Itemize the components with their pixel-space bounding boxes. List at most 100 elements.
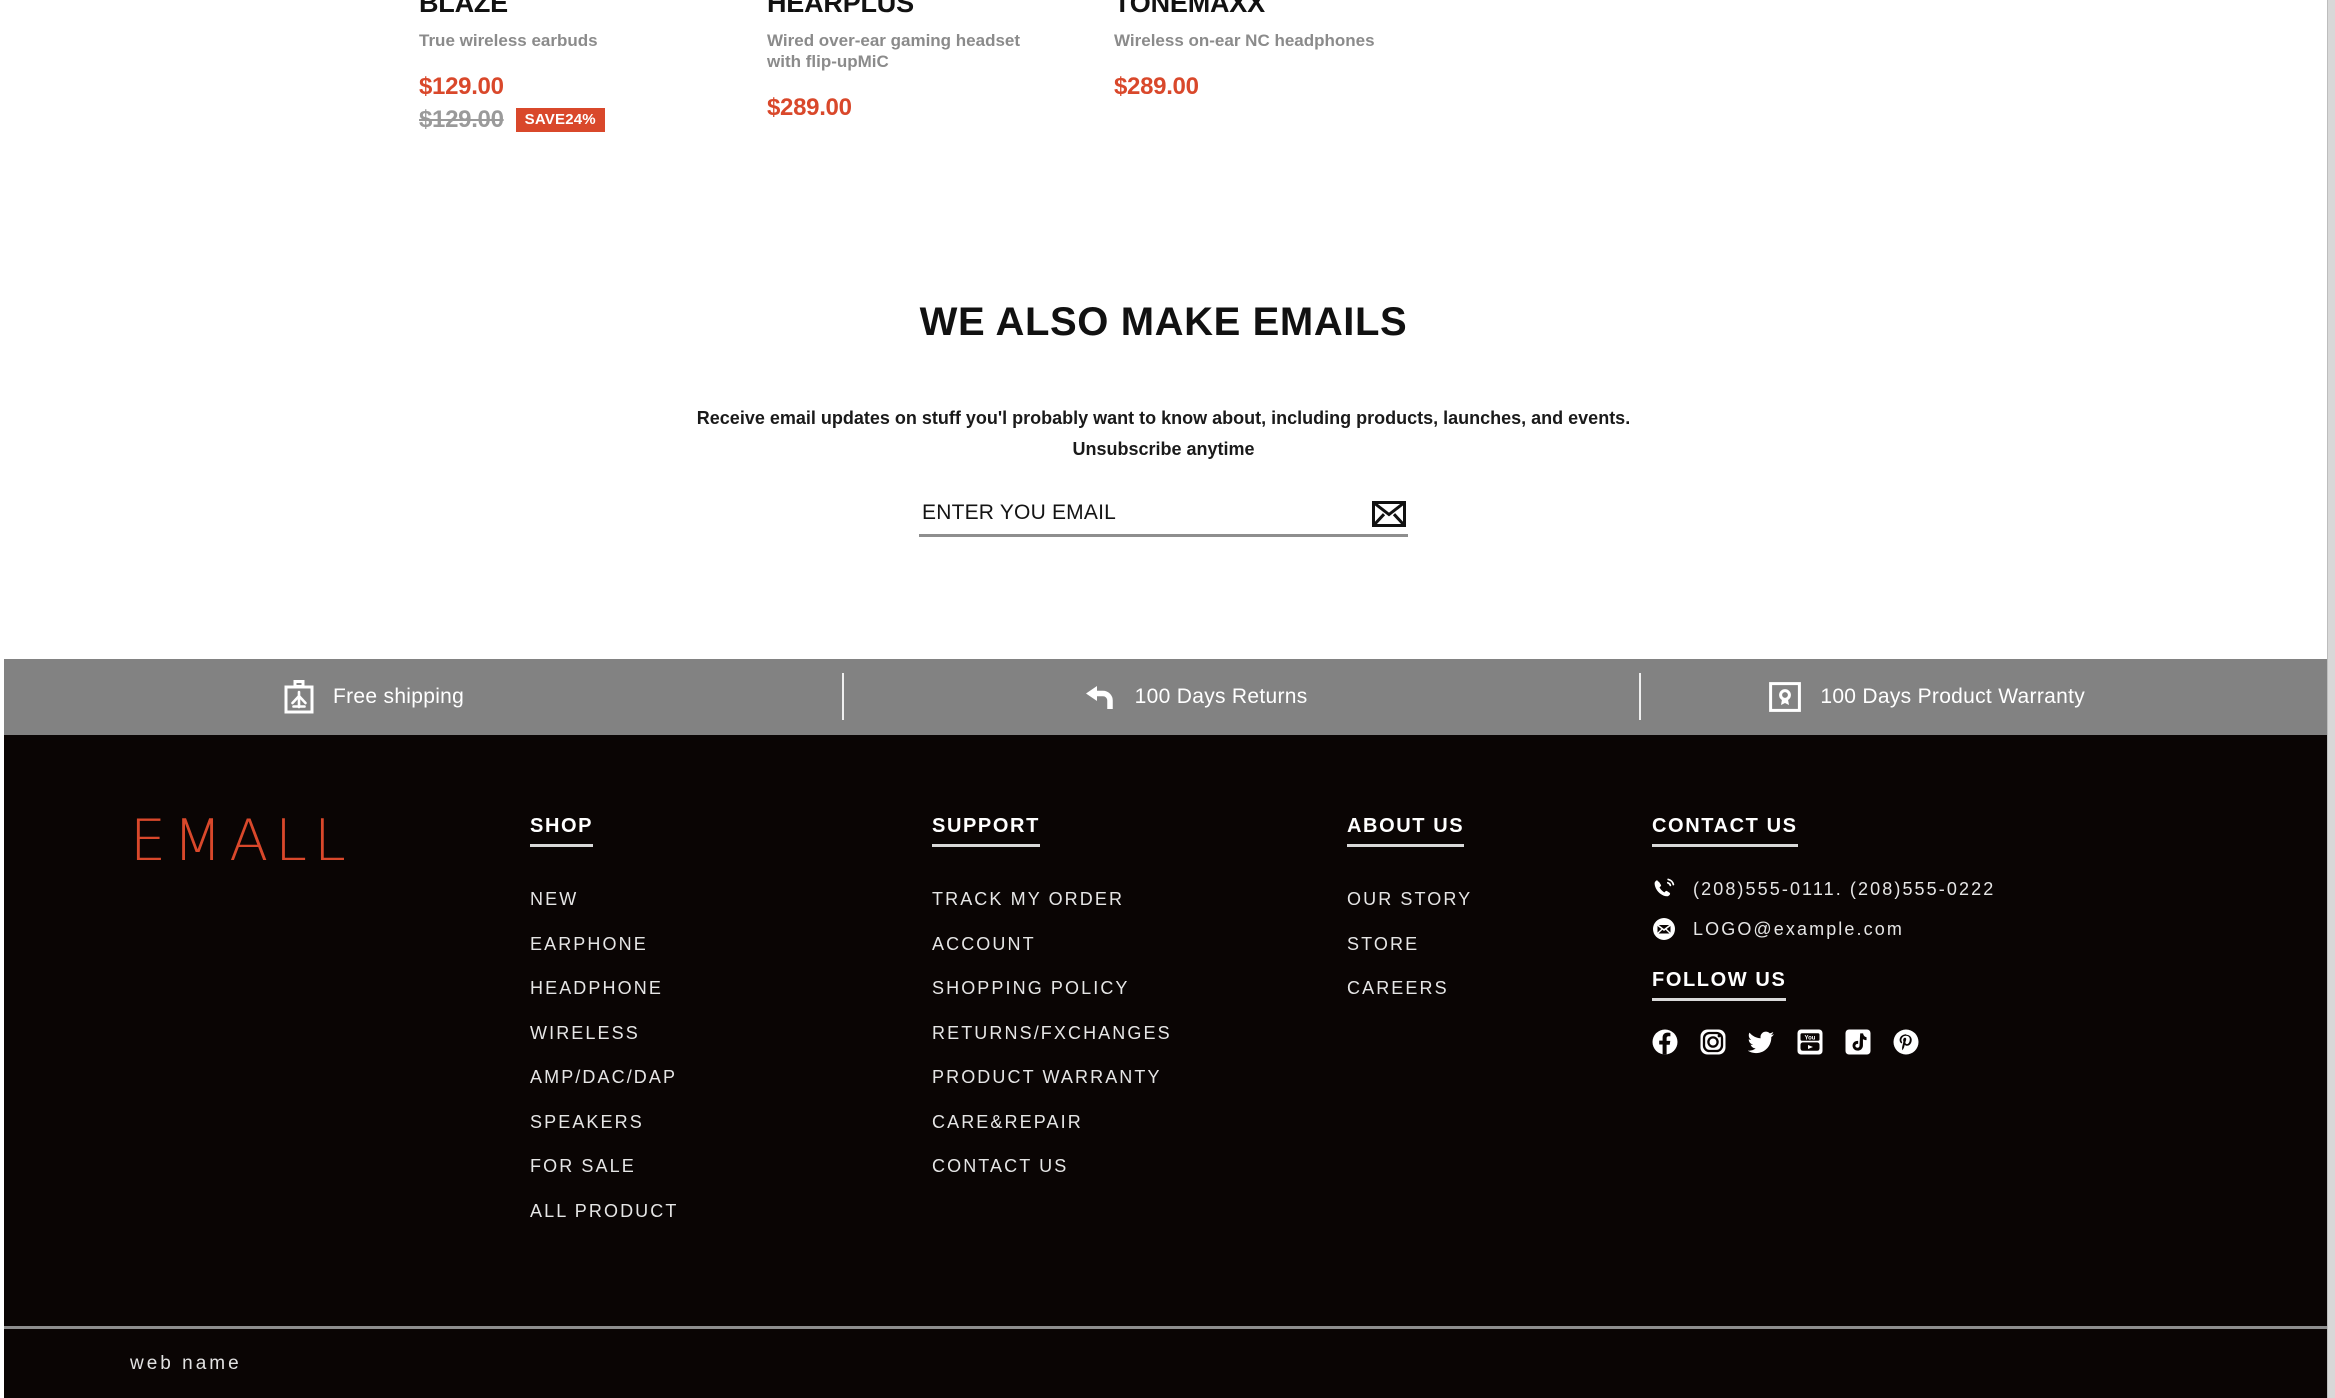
list-item: HEADPHONE (530, 966, 678, 1011)
tiktok-icon[interactable] (1845, 1029, 1871, 1055)
footer-column-about-us: ABOUT US OUR STORY STORE CAREERS (1347, 815, 1472, 1011)
product-card[interactable]: BLAZE True wireless earbuds $129.00 $129… (419, 0, 749, 134)
benefit-label: Free shipping (333, 685, 465, 708)
product-title: HEARPLUS (767, 0, 914, 18)
footer-link-for-sale[interactable]: FOR SALE (530, 1144, 678, 1189)
footer-link-list: TRACK MY ORDER ACCOUNT SHOPPING POLICY R… (932, 877, 1172, 1189)
pinterest-icon[interactable] (1893, 1029, 1919, 1055)
list-item: AMP/DAC/DAP (530, 1055, 678, 1100)
product-title: TONEMAXX (1114, 0, 1265, 18)
page-scrollbar-gutter[interactable] (2327, 0, 2335, 1398)
benefits-bar: Free shipping 100 Days Returns 100 Days … (4, 659, 2327, 735)
product-price: $289.00 (1114, 73, 1199, 100)
footer-link-account[interactable]: ACCOUNT (932, 922, 1172, 967)
footer-link-our-story[interactable]: OUR STORY (1347, 877, 1472, 922)
footer-link-track-my-order[interactable]: TRACK MY ORDER (932, 877, 1172, 922)
contact-email-row[interactable]: LOGO@example.com (1652, 917, 1995, 941)
social-links-row: You (1652, 1029, 1995, 1055)
newsletter-section: WE ALSO MAKE EMAILS Receive email update… (0, 300, 2327, 537)
footer-column-shop: SHOP NEW EARPHONE HEADPHONE WIRELESS AMP… (530, 815, 678, 1233)
list-item: CONTACT US (932, 1144, 1172, 1189)
footer-link-careers[interactable]: CAREERS (1347, 966, 1472, 1011)
save-badge: SAVE24% (515, 108, 605, 132)
list-item: ALL PRODUCT (530, 1189, 678, 1234)
product-title: BLAZE (419, 0, 508, 18)
footer-link-list: OUR STORY STORE CAREERS (1347, 877, 1472, 1011)
site-footer: EMALL SHOP NEW EARPHONE HEADPHONE WIRELE… (4, 735, 2327, 1398)
list-item: FOR SALE (530, 1144, 678, 1189)
price-discount-row: $129.00 SAVE24% (419, 106, 749, 134)
footer-column-title: SUPPORT (932, 815, 1040, 847)
envelope-icon (1372, 501, 1406, 530)
product-strip: BLAZE True wireless earbuds $129.00 $129… (0, 0, 2327, 200)
follow-us-title: FOLLOW US (1652, 969, 1787, 1001)
footer-column-title: CONTACT US (1652, 815, 1798, 847)
newsletter-subtext-line2: Unsubscribe anytime (1072, 439, 1255, 459)
footer-column-title: SHOP (530, 815, 594, 847)
price-block: $129.00 $129.00 SAVE24% (419, 73, 749, 134)
product-description: Wired over-ear gaming headset with flip-… (767, 31, 1021, 71)
footer-link-amp-dac-dap[interactable]: AMP/DAC/DAP (530, 1055, 678, 1100)
list-item: CARE&REPAIR (932, 1100, 1172, 1145)
product-description: Wireless on-ear NC headphones (1114, 31, 1375, 50)
footer-link-returns-exchanges[interactable]: RETURNS/FXCHANGES (932, 1011, 1172, 1056)
svg-text:You: You (1805, 1035, 1816, 1041)
footer-link-all-product[interactable]: ALL PRODUCT (530, 1189, 678, 1234)
benefit-returns: 100 Days Returns (841, 659, 1640, 735)
contact-email-text: LOGO@example.com (1693, 918, 1904, 939)
price-block: $289.00 (1114, 73, 1444, 101)
footer-content: EMALL SHOP NEW EARPHONE HEADPHONE WIRELE… (4, 735, 2327, 1326)
product-old-price: $129.00 (419, 106, 504, 133)
footer-column-support: SUPPORT TRACK MY ORDER ACCOUNT SHOPPING … (932, 815, 1172, 1189)
footer-link-new[interactable]: NEW (530, 877, 678, 922)
youtube-icon[interactable]: You (1797, 1029, 1823, 1055)
footer-link-store[interactable]: STORE (1347, 922, 1472, 967)
warranty-badge-icon (1769, 682, 1802, 712)
contact-phone-row[interactable]: (208)555-0111. (208)555-0222 (1652, 877, 1995, 901)
footer-link-speakers[interactable]: SPEAKERS (530, 1100, 678, 1145)
newsletter-form (919, 501, 1408, 537)
twitter-icon[interactable] (1747, 1029, 1775, 1055)
list-item: RETURNS/FXCHANGES (932, 1011, 1172, 1056)
instagram-icon[interactable] (1700, 1029, 1726, 1055)
footer-link-product-warranty[interactable]: PRODUCT WARRANTY (932, 1055, 1172, 1100)
newsletter-heading: WE ALSO MAKE EMAILS (919, 300, 1408, 344)
facebook-icon[interactable] (1652, 1029, 1678, 1055)
email-input[interactable] (919, 501, 1299, 527)
benefit-free-shipping: Free shipping (4, 659, 842, 735)
footer-brand-logo[interactable]: EMALL (130, 813, 353, 870)
footer-link-headphone[interactable]: HEADPHONE (530, 966, 678, 1011)
list-item: SPEAKERS (530, 1100, 678, 1145)
product-price: $289.00 (767, 94, 852, 121)
web-name-label: web name (130, 1352, 242, 1374)
contact-details: (208)555-0111. (208)555-0222 LOGO@exampl… (1652, 877, 1995, 1055)
phone-ring-icon (1652, 877, 1676, 901)
benefit-label: 100 Days Returns (1134, 685, 1308, 708)
footer-bottom-bar: web name (4, 1326, 2327, 1398)
list-item: OUR STORY (1347, 877, 1472, 922)
product-card[interactable]: HEARPLUS Wired over-ear gaming headset w… (767, 0, 1097, 122)
return-arrow-icon (1082, 682, 1116, 712)
footer-link-wireless[interactable]: WIRELESS (530, 1011, 678, 1056)
list-item: EARPHONE (530, 922, 678, 967)
benefit-label: 100 Days Product Warranty (1820, 685, 2086, 708)
list-item: SHOPPING POLICY (932, 966, 1172, 1011)
footer-link-care-repair[interactable]: CARE&REPAIR (932, 1100, 1172, 1145)
list-item: NEW (530, 877, 678, 922)
list-item: TRACK MY ORDER (932, 877, 1172, 922)
product-price: $129.00 (419, 73, 504, 100)
list-item: ACCOUNT (932, 922, 1172, 967)
list-item: CAREERS (1347, 966, 1472, 1011)
newsletter-submit-button[interactable] (1372, 501, 1406, 527)
footer-link-shopping-policy[interactable]: SHOPPING POLICY (932, 966, 1172, 1011)
shipping-briefcase-icon (284, 680, 314, 714)
product-card[interactable]: TONEMAXX Wireless on-ear NC headphones $… (1114, 0, 1444, 101)
footer-link-contact-us[interactable]: CONTACT US (932, 1144, 1172, 1189)
list-item: STORE (1347, 922, 1472, 967)
newsletter-subtext: Receive email updates on stuff you'l pro… (0, 403, 2327, 465)
product-description: True wireless earbuds (419, 31, 598, 50)
footer-link-earphone[interactable]: EARPHONE (530, 922, 678, 967)
envelope-circle-icon (1652, 917, 1676, 941)
price-block: $289.00 (767, 94, 1097, 122)
list-item: WIRELESS (530, 1011, 678, 1056)
